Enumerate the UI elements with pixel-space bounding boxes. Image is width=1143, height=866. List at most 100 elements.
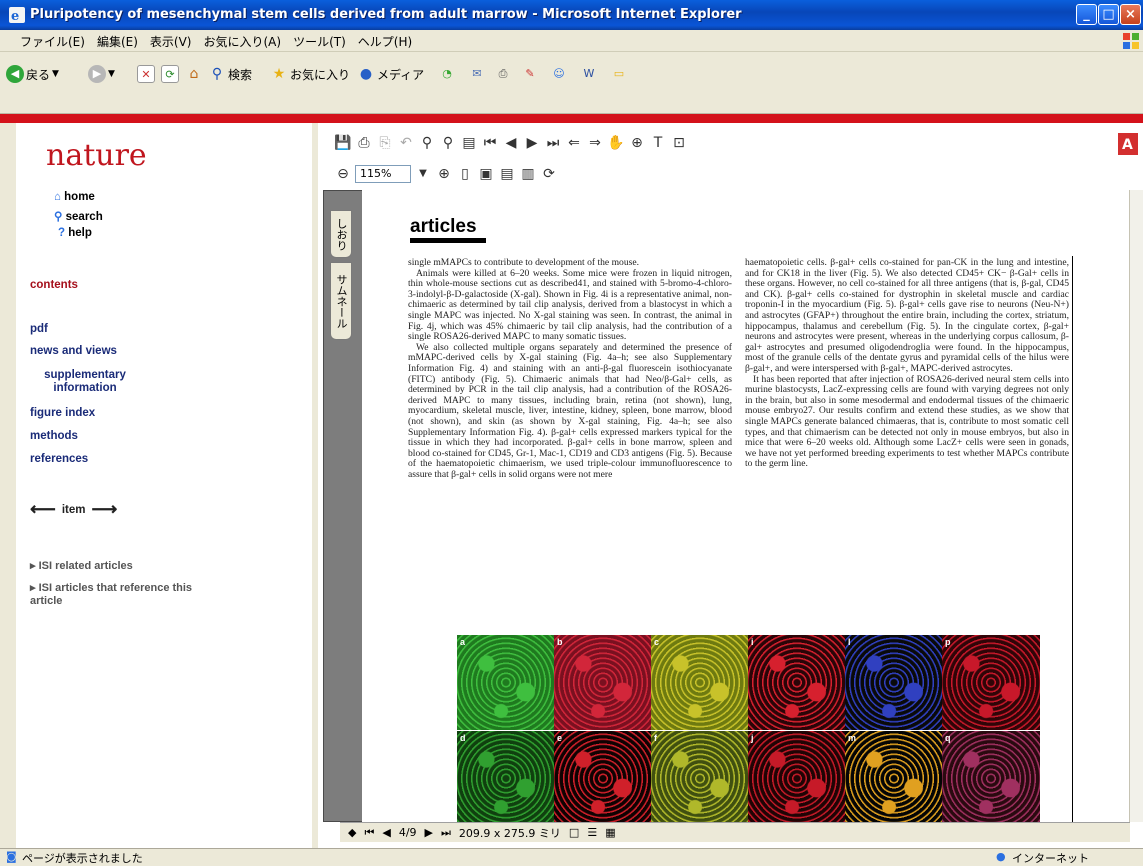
text-select-icon[interactable]: T [649, 134, 667, 152]
isi-related-articles-link[interactable]: ▸ ISI related articles [30, 559, 133, 572]
menu-item[interactable]: お気に入り(A) [197, 30, 287, 53]
refresh-icon[interactable]: ⟳ [161, 65, 179, 83]
figure-index-link[interactable]: figure index [30, 407, 95, 419]
split-icon[interactable]: ◆ [348, 826, 356, 839]
zoom-dropdown-icon[interactable]: ▼ [414, 165, 432, 183]
minimize-button[interactable]: _ [1076, 4, 1097, 25]
news-and-views-link[interactable]: news and views [30, 345, 117, 357]
menu-item[interactable]: ファイル(E) [14, 30, 91, 53]
fit-visible-icon[interactable]: ▥ [519, 165, 537, 183]
forward-arrow-icon: ▶ [88, 65, 106, 83]
menu-item[interactable]: ツール(T) [287, 30, 352, 53]
pdf-link[interactable]: pdf [30, 323, 48, 335]
print-icon[interactable]: ⎙ [355, 134, 373, 152]
home-link[interactable]: ⌂ home [54, 191, 95, 203]
item-navigation[interactable]: ⟵ item ⟶ [30, 499, 117, 520]
maximize-icon: □ [1102, 7, 1115, 22]
hand-tool-icon[interactable]: ✋ [607, 134, 625, 152]
back-button[interactable]: ◀ 戻る ▼ [6, 62, 59, 86]
last-page-icon[interactable]: ⏭ [544, 134, 562, 152]
continuous-icon[interactable]: ☰ [587, 826, 597, 839]
ie-logo-icon: e [9, 7, 25, 24]
page-indicator[interactable]: 4/9 [399, 826, 417, 839]
svg-text:A: A [1122, 137, 1133, 153]
menu-item[interactable]: ヘルプ(H) [352, 30, 418, 53]
folder-icon[interactable]: ▭ [610, 65, 628, 83]
paragraph: Animals were killed at 6–20 weeks. Some … [408, 267, 732, 343]
fit-page-icon[interactable]: ▣ [477, 165, 495, 183]
single-page-icon[interactable]: □ [569, 826, 579, 839]
bullet-arrow-icon: ▸ [30, 582, 36, 594]
last-page-icon[interactable]: ⏭ [441, 826, 451, 840]
zoom-in-icon[interactable]: ⊕ [435, 165, 453, 183]
zoom-field[interactable]: 115% [355, 165, 411, 183]
isi-reference-articles-link[interactable]: ▸ ISI articles that reference this artic… [30, 582, 200, 608]
references-link[interactable]: references [30, 453, 88, 465]
security-zone: インターネット [1012, 852, 1089, 865]
search-icon[interactable]: ⚲ [439, 134, 457, 152]
nature-logo[interactable]: nature [46, 138, 147, 173]
figure-panel: l [845, 635, 943, 730]
back-view-icon[interactable]: ⇐ [565, 134, 583, 152]
paragraph: It has been reported that after injectio… [745, 373, 1069, 470]
window-title-bar[interactable]: e Pluripotency of mesenchymal stem cells… [0, 0, 1143, 30]
messenger-icon[interactable]: ☺ [550, 65, 568, 83]
copy-icon[interactable]: ⎘ [376, 134, 394, 152]
figure-panel-label: p [945, 637, 951, 647]
search-link[interactable]: ⚲ search [54, 209, 103, 223]
figure-panel-label: i [751, 637, 754, 647]
next-page-icon[interactable]: ▶ [425, 826, 433, 839]
stop-icon[interactable]: ✕ [137, 65, 155, 83]
status-message: ページが表示されました [22, 852, 143, 865]
first-page-icon[interactable]: ⏮ [364, 826, 374, 840]
maximize-button[interactable]: □ [1098, 4, 1119, 25]
close-button[interactable]: × [1120, 4, 1141, 25]
mail-icon[interactable]: ✉ [468, 65, 486, 83]
search-button[interactable]: ⚲ 検索 [208, 62, 252, 86]
arrow-left-icon: ⟵ [30, 499, 56, 519]
bookmarks-tab[interactable]: しおり [330, 210, 352, 258]
fit-width-icon[interactable]: ▤ [498, 165, 516, 183]
windows-logo-icon [1123, 33, 1139, 49]
save-icon[interactable]: 💾 [334, 134, 352, 152]
media-button[interactable]: ● メディア [357, 62, 424, 86]
actual-size-icon[interactable]: ▯ [456, 165, 474, 183]
pdf-toolbar-zoom: ⊖ 115% ▼ ⊕ ▯ ▣ ▤ ▥ ⟳ [318, 162, 1143, 188]
zoom-out-icon[interactable]: ⊖ [334, 165, 352, 183]
favorites-button[interactable]: ★ お気に入り [270, 62, 350, 86]
prev-page-icon[interactable]: ◀ [502, 134, 520, 152]
help-link[interactable]: ? help [58, 227, 92, 239]
snapshot-icon[interactable]: ⊡ [670, 134, 688, 152]
globe-icon: ● [996, 850, 1006, 863]
undo-icon[interactable]: ↶ [397, 134, 415, 152]
rotate-icon[interactable]: ⟳ [540, 165, 558, 183]
menu-item[interactable]: 表示(V) [144, 30, 198, 53]
zoom-in-tool-icon[interactable]: ⊕ [628, 134, 646, 152]
word-icon[interactable]: W [580, 65, 598, 83]
forward-button[interactable]: ▶ ▼ [88, 62, 115, 86]
prev-page-icon[interactable]: ◀ [382, 826, 390, 839]
contents-link[interactable]: contents [30, 279, 78, 291]
menu-item[interactable]: 編集(E) [91, 30, 144, 53]
star-icon: ★ [272, 66, 286, 82]
vertical-scrollbar[interactable] [1129, 190, 1143, 822]
isi-reference-label: ISI articles that reference this article [30, 582, 193, 607]
svg-text:e: e [11, 9, 19, 24]
supplementary-information-link[interactable]: supplementary information [30, 369, 140, 395]
next-page-icon[interactable]: ▶ [523, 134, 541, 152]
figure-panel-label: d [460, 733, 466, 743]
methods-link[interactable]: methods [30, 430, 78, 442]
help-label: help [68, 227, 92, 239]
first-page-icon[interactable]: ⏮ [481, 134, 499, 152]
home-icon[interactable]: ⌂ [185, 65, 203, 83]
edit-icon[interactable]: ✎ [521, 65, 539, 83]
bullet-arrow-icon: ▸ [30, 560, 36, 572]
thumbnails-tab[interactable]: サムネール [330, 262, 352, 340]
history-icon[interactable]: ◔ [438, 65, 456, 83]
facing-icon[interactable]: ▦ [605, 826, 615, 839]
panel-icon[interactable]: ▤ [460, 134, 478, 152]
find-icon[interactable]: ⚲ [418, 134, 436, 152]
nature-red-stripe [0, 114, 1143, 123]
print-icon[interactable]: ⎙ [494, 65, 512, 83]
forward-view-icon[interactable]: ⇒ [586, 134, 604, 152]
